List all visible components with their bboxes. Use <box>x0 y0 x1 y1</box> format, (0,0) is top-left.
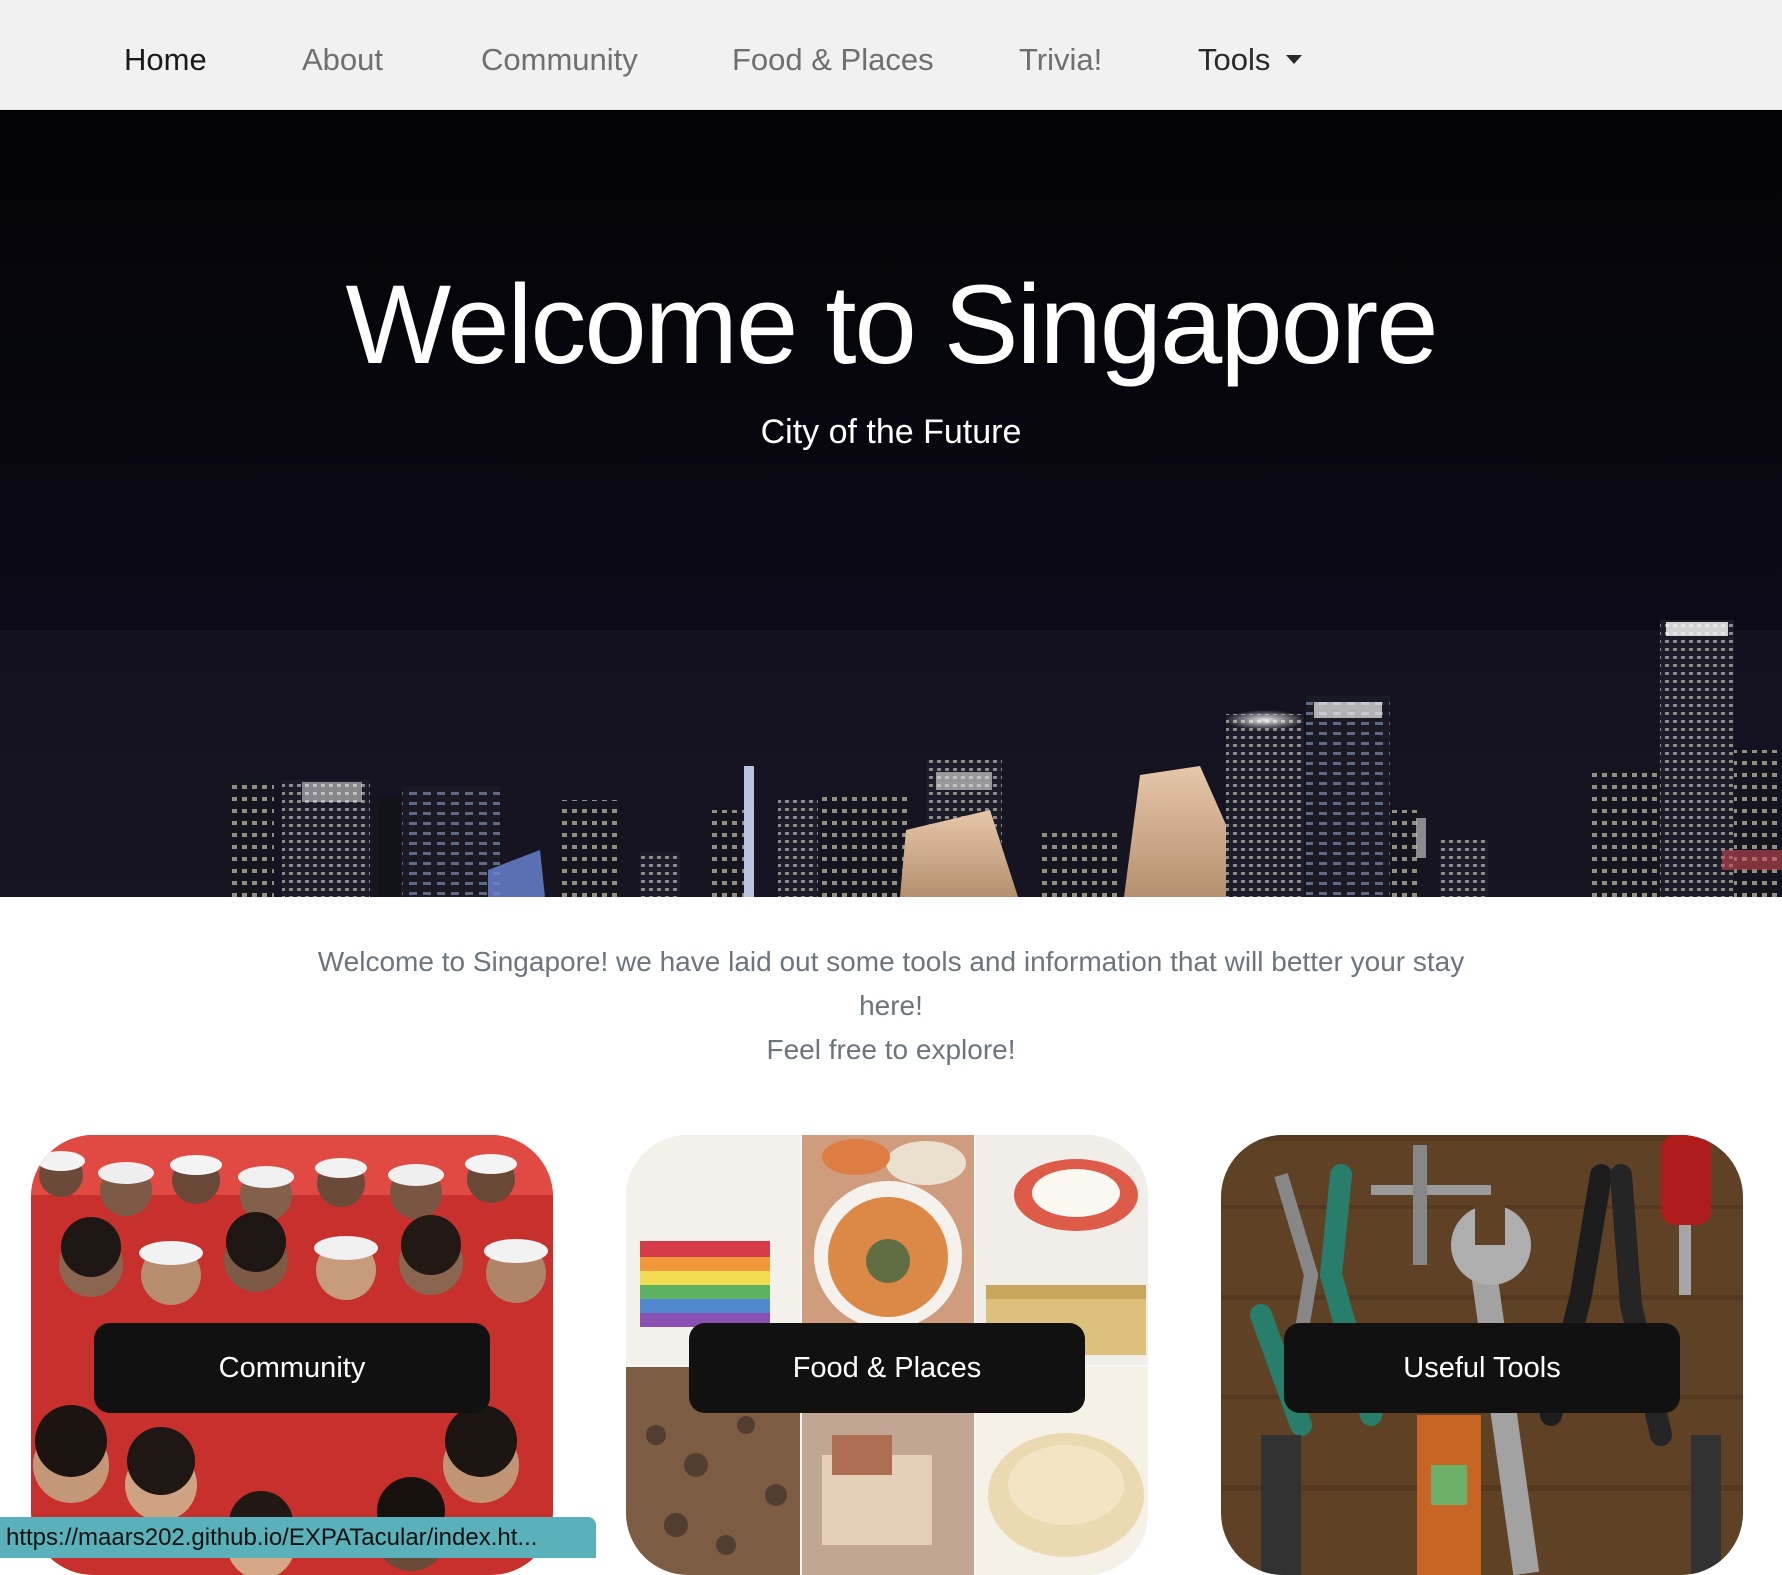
hero-subtitle: City of the Future <box>760 413 1022 451</box>
night-skyline-image <box>0 620 1782 897</box>
food-places-card-button[interactable]: Food & Places <box>689 1323 1085 1413</box>
community-card-button[interactable]: Community <box>94 1323 490 1413</box>
nav-tools-label: Tools <box>1198 42 1271 77</box>
chevron-down-icon <box>1286 55 1303 64</box>
link-status-bar: https://maars202.github.io/EXPATacular/i… <box>0 1517 596 1558</box>
hero-banner: Welcome to Singapore City of the Future <box>0 110 1782 897</box>
nav-trivia-link[interactable]: Trivia! <box>1019 0 1102 110</box>
food-places-card[interactable]: Food & Places <box>626 1135 1148 1575</box>
nav-community-link[interactable]: Community <box>481 0 638 110</box>
intro-text: Welcome to Singapore! we have laid out s… <box>300 940 1482 1072</box>
top-navbar: Home About Community Food & Places Trivi… <box>0 0 1782 110</box>
nav-tools-dropdown[interactable]: Tools <box>1198 0 1303 110</box>
nav-home-link[interactable]: Home <box>124 0 207 110</box>
intro-paragraph: Welcome to Singapore! we have laid out s… <box>317 946 1465 1021</box>
nav-food-places-link[interactable]: Food & Places <box>732 0 934 110</box>
nav-about-link[interactable]: About <box>302 0 383 110</box>
community-card[interactable]: Community <box>31 1135 553 1575</box>
useful-tools-card-button[interactable]: Useful Tools <box>1284 1323 1680 1413</box>
hero-title: Welcome to Singapore <box>345 262 1439 387</box>
useful-tools-card[interactable]: Useful Tools <box>1221 1135 1743 1575</box>
intro-explore-line: Feel free to explore! <box>766 1034 1016 1065</box>
